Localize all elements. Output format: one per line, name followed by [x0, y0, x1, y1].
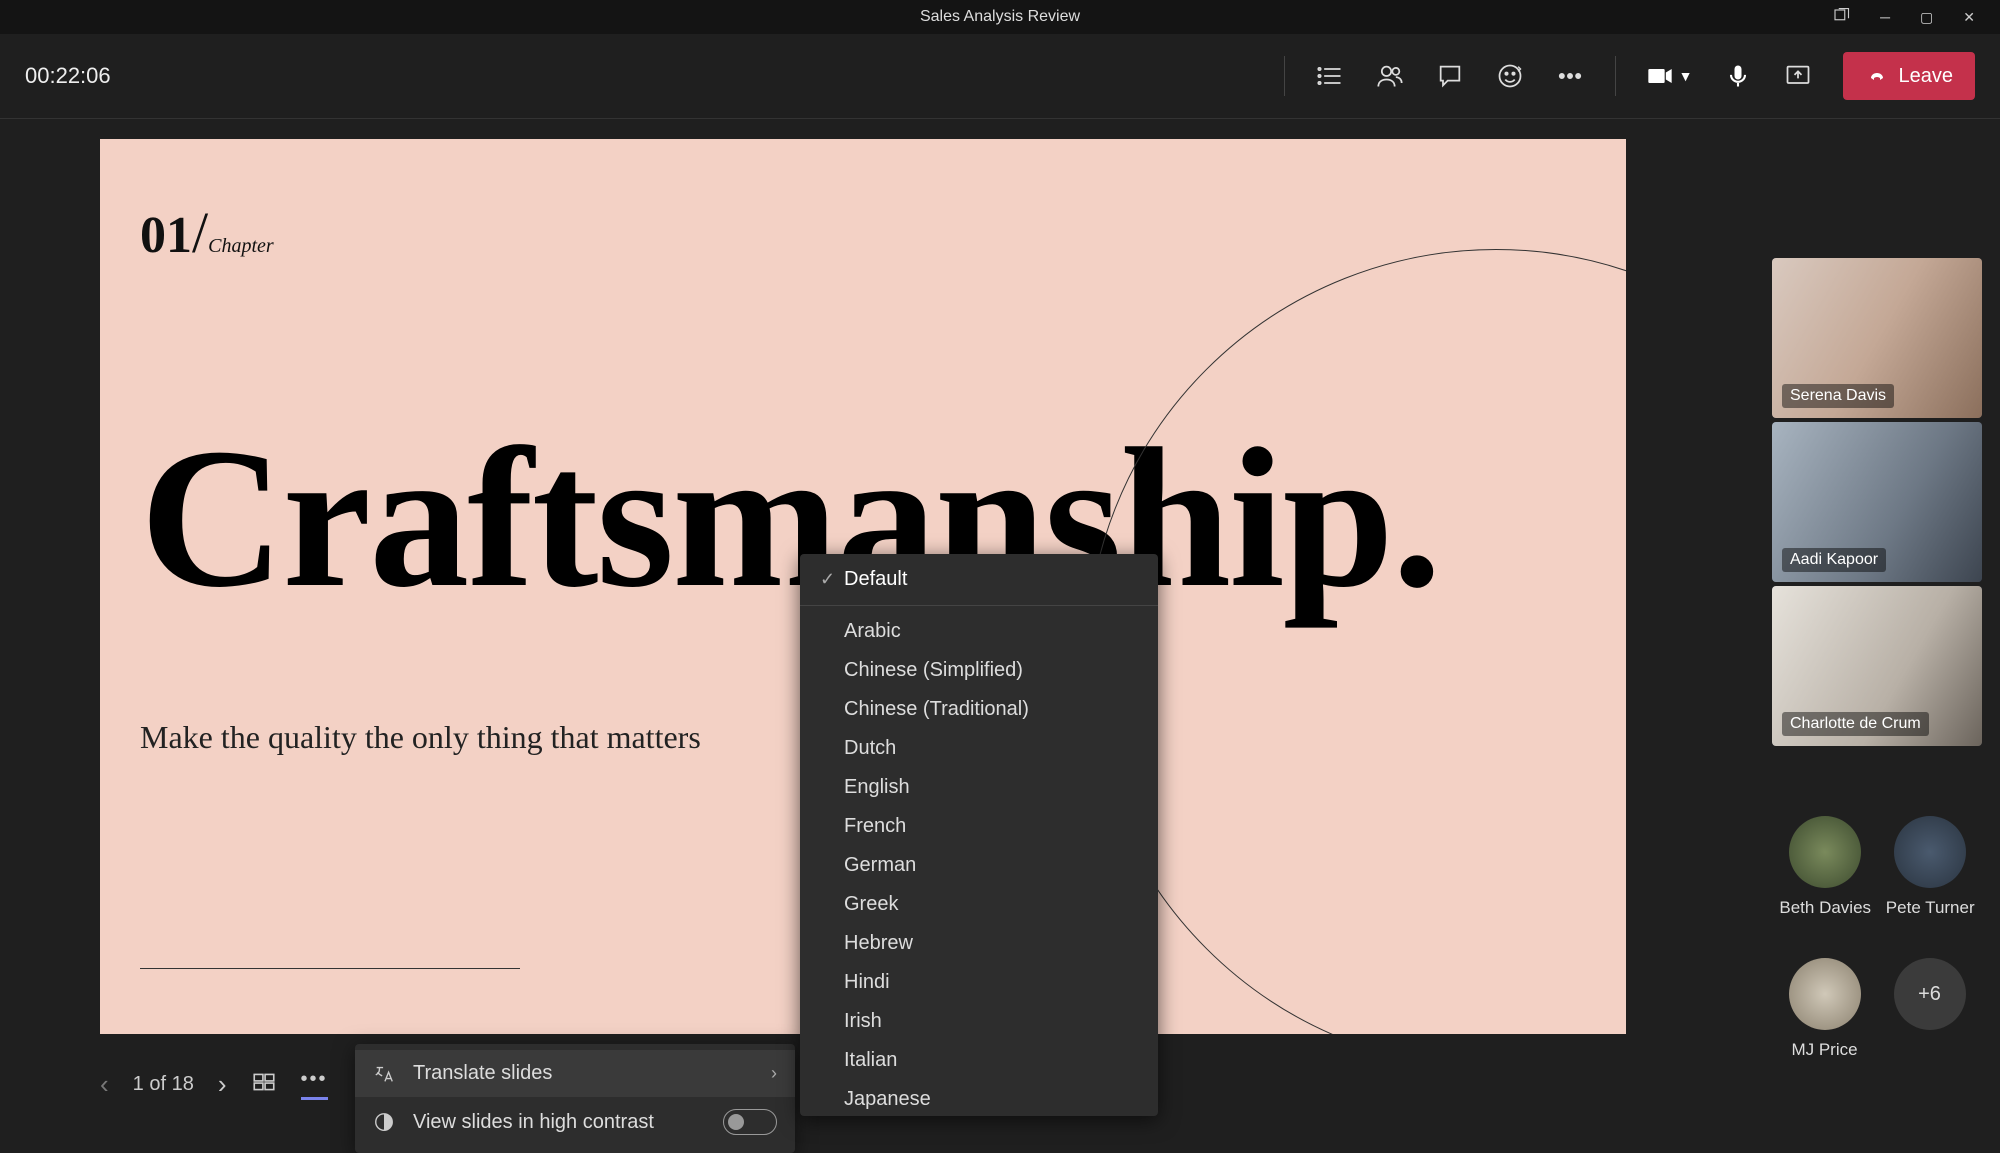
video-tile[interactable]: Charlotte de Crum	[1772, 586, 1982, 746]
language-item[interactable]: Hebrew	[800, 924, 1158, 963]
chapter-marker: 01/Chapter	[140, 199, 274, 266]
language-item[interactable]: French	[800, 807, 1158, 846]
participant-name: Pete Turner	[1886, 898, 1975, 918]
minimize-button[interactable]: ─	[1880, 9, 1890, 25]
video-tile[interactable]: Serena Davis	[1772, 258, 1982, 418]
leave-label: Leave	[1899, 65, 1954, 88]
maximize-button[interactable]: ▢	[1920, 9, 1933, 26]
language-item[interactable]: Dutch	[800, 729, 1158, 768]
overflow-avatar: +6	[1894, 958, 1966, 1030]
page-indicator: 1 of 18	[133, 1073, 194, 1096]
close-button[interactable]: ✕	[1963, 9, 1975, 26]
participant-cell[interactable]: MJ Price	[1789, 958, 1861, 1060]
chapter-number: 01	[140, 207, 192, 264]
language-item[interactable]: German	[800, 846, 1158, 885]
participant-name: MJ Price	[1791, 1040, 1857, 1060]
participant-cell[interactable]: Pete Turner	[1886, 816, 1975, 918]
next-slide-button[interactable]: ›	[218, 1069, 227, 1100]
avatar	[1894, 816, 1966, 888]
language-item[interactable]: Chinese (Traditional)	[800, 690, 1158, 729]
language-item[interactable]: Italian	[800, 1041, 1158, 1080]
participants-sidebar: Serena Davis Aadi Kapoor Charlotte de Cr…	[1772, 258, 1982, 1060]
language-default-item[interactable]: ✓ Default	[800, 554, 1158, 606]
check-icon: ✓	[820, 569, 844, 590]
slide-more-button[interactable]: •••	[301, 1068, 328, 1100]
participant-name: Serena Davis	[1782, 384, 1894, 408]
slide-subtitle: Make the quality the only thing that mat…	[140, 719, 701, 756]
title-bar: Sales Analysis Review ─ ▢ ✕	[0, 0, 2000, 34]
participant-name: Beth Davies	[1779, 898, 1871, 918]
grid-view-icon[interactable]	[251, 1069, 277, 1100]
more-icon[interactable]	[1555, 61, 1585, 91]
language-item[interactable]: Arabic	[800, 612, 1158, 651]
participant-name: Charlotte de Crum	[1782, 712, 1929, 736]
separator	[1615, 56, 1616, 96]
window-title: Sales Analysis Review	[920, 8, 1080, 26]
slide-nav: ‹ 1 of 18 › •••	[100, 1068, 328, 1100]
participant-cell[interactable]: Beth Davies	[1779, 816, 1871, 918]
high-contrast-item[interactable]: View slides in high contrast	[355, 1097, 795, 1147]
reactions-icon[interactable]	[1495, 61, 1525, 91]
language-list[interactable]: Arabic Chinese (Simplified) Chinese (Tra…	[800, 606, 1158, 1116]
language-default-label: Default	[844, 568, 907, 591]
people-icon[interactable]	[1375, 61, 1405, 91]
meeting-toolbar: 00:22:06 ▼ Leave	[0, 34, 2000, 119]
translate-slides-item[interactable]: Translate slides ›	[355, 1050, 795, 1097]
main-area: 01/Chapter Craftsmanship. Make the quali…	[0, 119, 2000, 1125]
language-item[interactable]: Greek	[800, 885, 1158, 924]
chapter-slash: /	[192, 200, 208, 265]
popout-icon[interactable]	[1832, 7, 1850, 28]
language-item[interactable]: Chinese (Simplified)	[800, 651, 1158, 690]
language-item[interactable]: Irish	[800, 1002, 1158, 1041]
list-icon[interactable]	[1315, 61, 1345, 91]
translate-label: Translate slides	[413, 1062, 552, 1085]
share-icon[interactable]	[1783, 61, 1813, 91]
avatar	[1789, 958, 1861, 1030]
contrast-toggle[interactable]	[723, 1109, 777, 1135]
chat-icon[interactable]	[1435, 61, 1465, 91]
contrast-icon	[373, 1111, 399, 1133]
separator	[1284, 56, 1285, 96]
language-item[interactable]: Japanese	[800, 1080, 1158, 1116]
mic-icon[interactable]	[1723, 61, 1753, 91]
avatar	[1789, 816, 1861, 888]
participant-overflow[interactable]: +6	[1894, 958, 1966, 1060]
contrast-label: View slides in high contrast	[413, 1111, 654, 1134]
leave-button[interactable]: Leave	[1843, 52, 1976, 100]
audio-participants-row: Beth Davies Pete Turner	[1772, 816, 1982, 918]
participant-name: Aadi Kapoor	[1782, 548, 1886, 572]
audio-participants-row: MJ Price +6	[1772, 958, 1982, 1060]
decorative-circle	[1086, 249, 1626, 1034]
participant-name	[1927, 1040, 1932, 1060]
chapter-label: Chapter	[208, 235, 274, 257]
translate-icon	[373, 1063, 399, 1085]
decorative-rule	[140, 968, 520, 970]
window-controls: ─ ▢ ✕	[1832, 0, 2000, 34]
video-tile[interactable]: Aadi Kapoor	[1772, 422, 1982, 582]
slide-options-menu: Translate slides › View slides in high c…	[355, 1044, 795, 1153]
prev-slide-button[interactable]: ‹	[100, 1069, 109, 1100]
meeting-duration: 00:22:06	[25, 63, 111, 89]
language-menu: ✓ Default Arabic Chinese (Simplified) Ch…	[800, 554, 1158, 1116]
chevron-right-icon: ›	[771, 1063, 777, 1084]
language-item[interactable]: English	[800, 768, 1158, 807]
camera-toggle[interactable]: ▼	[1646, 62, 1693, 90]
language-item[interactable]: Hindi	[800, 963, 1158, 1002]
